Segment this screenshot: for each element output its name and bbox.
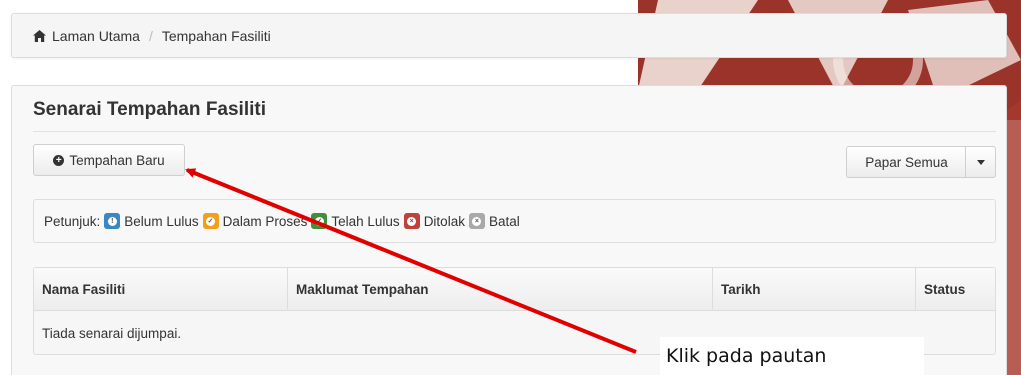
caret-down-icon <box>976 159 985 165</box>
breadcrumb: Laman Utama / Tempahan Fasiliti <box>11 13 1007 58</box>
legend-item-label: Dalam Proses <box>222 213 308 229</box>
legend-item-label: Telah Lulus <box>331 213 400 229</box>
new-booking-button[interactable]: + Tempahan Baru <box>33 144 185 176</box>
show-all-label: Papar Semua <box>865 154 948 170</box>
home-icon[interactable] <box>33 29 46 42</box>
legend-item-pending: ! Belum Lulus <box>104 213 199 229</box>
info-badge-icon: ! <box>104 213 121 229</box>
show-all-dropdown-toggle[interactable] <box>965 146 996 178</box>
annotation-note: Klik pada pautan <box>660 337 924 375</box>
check-badge-icon: ✓ <box>311 213 328 229</box>
legend-label: Petunjuk: <box>44 213 101 229</box>
legend-item-approved: ✓ Telah Lulus <box>311 213 400 229</box>
breadcrumb-home-link[interactable]: Laman Utama <box>52 28 140 44</box>
legend-item-label: Batal <box>488 213 520 229</box>
x-badge-icon: × <box>468 213 485 229</box>
booking-list-panel: Senarai Tempahan Fasiliti + Tempahan Bar… <box>11 85 1007 375</box>
column-header-booking-info[interactable]: Maklumat Tempahan <box>287 268 712 310</box>
show-all-button[interactable]: Papar Semua <box>846 146 966 178</box>
column-header-status[interactable]: Status <box>915 268 995 310</box>
x-badge-icon: × <box>403 213 420 229</box>
column-header-facility[interactable]: Nama Fasiliti <box>34 268 287 310</box>
status-legend: Petunjuk: ! Belum Lulus ✓ Dalam Proses ✓… <box>33 199 996 243</box>
table-header: Nama Fasiliti Maklumat Tempahan Tarikh S… <box>34 268 995 311</box>
breadcrumb-current: Tempahan Fasiliti <box>161 27 271 44</box>
legend-item-in-progress: ✓ Dalam Proses <box>202 213 308 229</box>
plus-circle-icon: + <box>53 154 65 166</box>
title-divider <box>33 131 996 132</box>
column-header-date[interactable]: Tarikh <box>712 268 915 310</box>
check-badge-icon: ✓ <box>202 213 219 229</box>
legend-item-cancelled: × Batal <box>468 213 520 229</box>
breadcrumb-separator: / <box>148 27 153 44</box>
legend-item-label: Belum Lulus <box>124 213 199 229</box>
legend-item-rejected: × Ditolak <box>403 213 465 229</box>
page-title: Senarai Tempahan Fasiliti <box>33 99 267 120</box>
legend-item-label: Ditolak <box>423 213 465 229</box>
new-booking-label: Tempahan Baru <box>69 152 165 168</box>
